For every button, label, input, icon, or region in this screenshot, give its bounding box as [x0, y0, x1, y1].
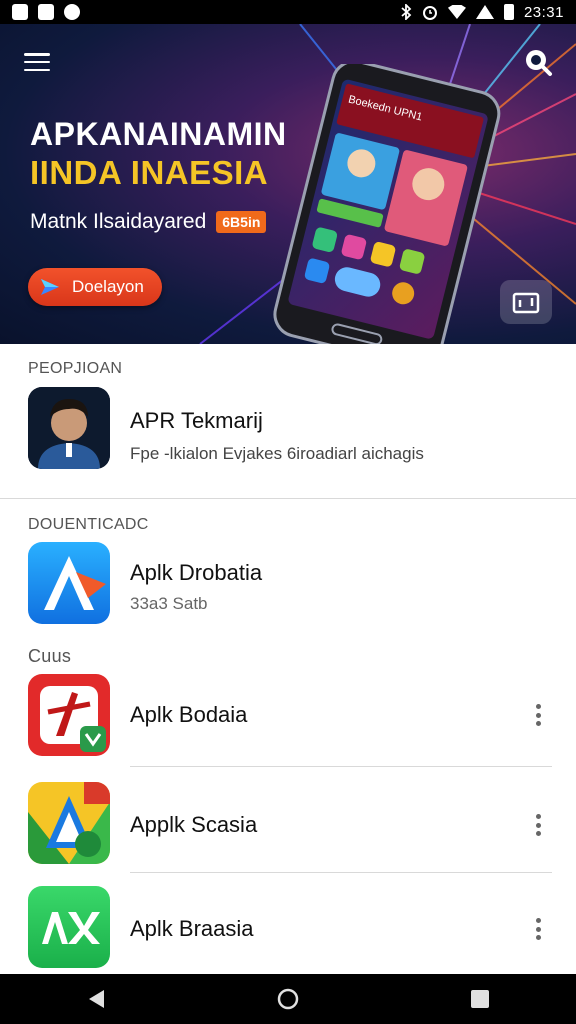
status-time: 23:31 [523, 3, 564, 21]
banner-title: APKANAINAMIN [30, 116, 287, 152]
app-subtitle: Fpe -lkialon Evjakes 6iroadiarl aichagis [130, 444, 424, 463]
app-icon [28, 542, 110, 624]
wifi-icon [447, 5, 466, 19]
app-icon [28, 886, 110, 968]
app-title: APR Tekmarij [130, 408, 263, 433]
banner-subtitle: IINDA INAESIA [30, 154, 269, 191]
banner-tagline: Matnk Ilsaidayared [30, 210, 207, 233]
app-title: Aplk Bodaia [130, 702, 248, 727]
home-button[interactable] [268, 979, 308, 1019]
green-yellow-app-icon [28, 782, 110, 864]
battery-icon [503, 4, 514, 20]
list-item[interactable]: Aplk Braasia [0, 880, 576, 976]
more-options-icon[interactable] [528, 914, 548, 944]
recents-icon [471, 990, 489, 1008]
app-store-a-icon [28, 542, 110, 624]
status-left [12, 4, 80, 20]
row-divider [130, 766, 552, 767]
app-icon [28, 674, 110, 756]
signal-icon [475, 5, 494, 19]
menu-line [24, 68, 50, 71]
menu-line [24, 60, 50, 64]
app-title: Aplk Braasia [130, 916, 254, 941]
download-cta-label: Doelayon [72, 277, 144, 296]
status-bar: 23:31 [0, 0, 576, 24]
feedback-icon[interactable] [500, 280, 552, 324]
hero-banner[interactable]: APKANAINAMIN IINDA INAESIA Matnk Ilsaida… [0, 24, 576, 344]
status-right: 23:31 [400, 4, 564, 21]
menu-button[interactable] [22, 50, 52, 74]
home-icon [277, 988, 299, 1010]
app-subtitle: 33a3 Satb [130, 594, 208, 613]
section-divider [0, 498, 576, 499]
avatar [28, 387, 110, 469]
more-options-icon[interactable] [528, 810, 548, 840]
play-icon [41, 279, 59, 295]
message-icon [38, 4, 54, 20]
back-icon [89, 990, 104, 1008]
row-divider [130, 872, 552, 873]
app-title: Applk Scasia [130, 812, 258, 837]
back-button[interactable] [76, 979, 116, 1019]
list-item-featured[interactable]: APR Tekmarij Fpe -lkialon Evjakes 6iroad… [0, 384, 576, 480]
bluetooth-icon [401, 4, 412, 20]
search-icon[interactable] [522, 46, 554, 78]
banner-tagline-row: Matnk Ilsaidayared 6B5in [30, 210, 267, 234]
section-label-downloads: DOUENTICADC [28, 516, 149, 533]
section-label-featured: PEOPJIOAN [28, 360, 123, 377]
banner-badge: 6B5in [216, 211, 267, 233]
list-item-download[interactable]: Aplk Drobatia 33a3 Satb [0, 542, 576, 638]
chat-icon [64, 4, 80, 20]
green-ax-app-icon [28, 886, 110, 968]
menu-line [24, 53, 50, 56]
recents-button[interactable] [460, 979, 500, 1019]
section-label-other: Cuus [28, 646, 72, 666]
alarm-icon [422, 6, 437, 20]
red-app-icon [28, 674, 110, 756]
person-icon [28, 387, 110, 469]
navigation-bar [0, 974, 576, 1024]
app-list-content: PEOPJIOAN APR Tekmarij Fpe -lkialon Evja… [0, 344, 576, 974]
more-options-icon[interactable] [528, 700, 548, 730]
phone-illustration: Boekedn UPN1 [273, 64, 501, 344]
list-item[interactable]: Aplk Bodaia [0, 672, 576, 768]
list-item[interactable]: Applk Scasia [0, 776, 576, 872]
download-cta-button[interactable]: Doelayon [28, 268, 162, 306]
app-icon [28, 782, 110, 864]
gallery-icon [12, 4, 28, 20]
app-title: Aplk Drobatia [130, 560, 263, 585]
